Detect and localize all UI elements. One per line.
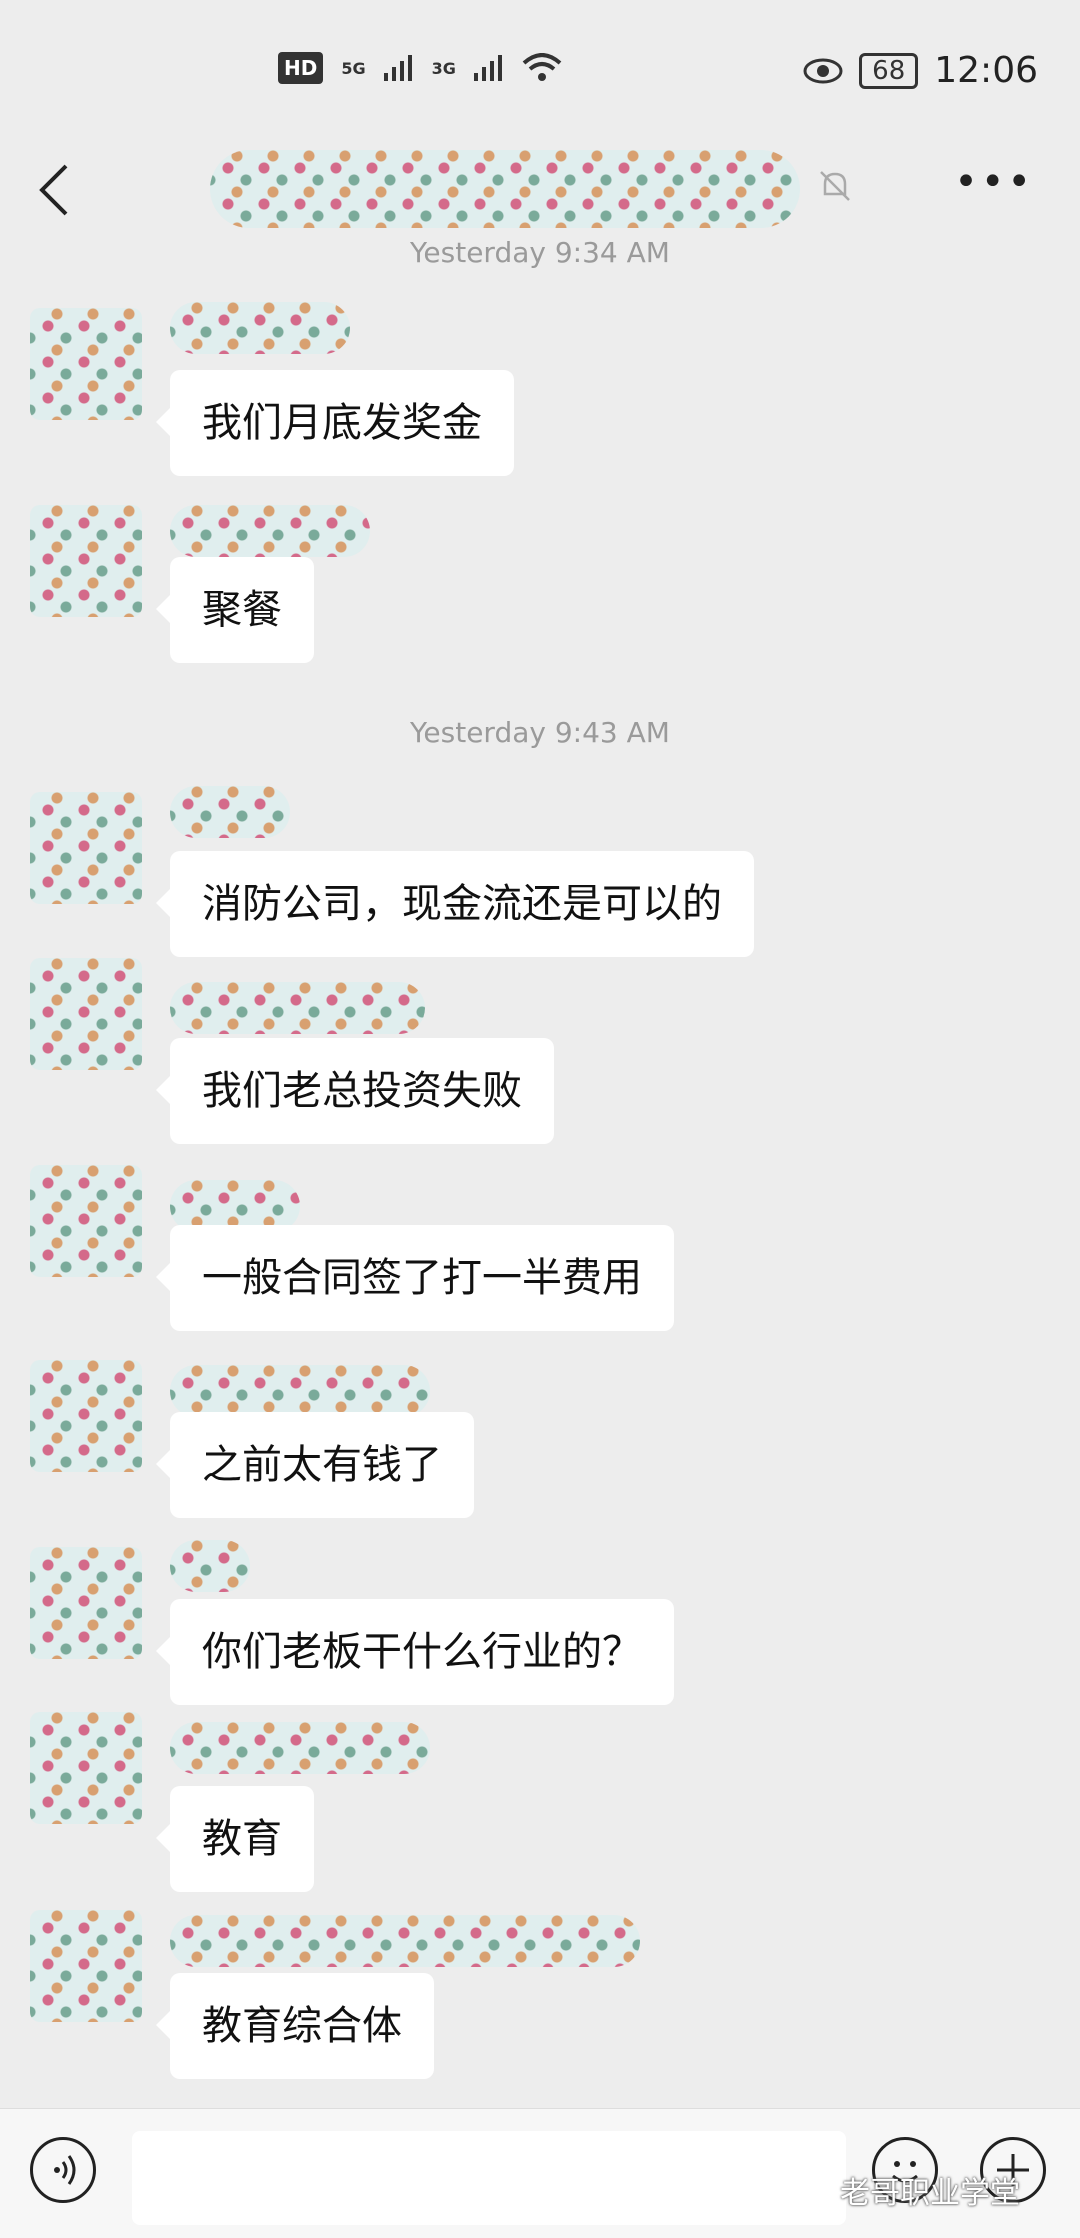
voice-icon[interactable] bbox=[30, 2137, 96, 2203]
battery-indicator: 68 bbox=[859, 52, 919, 89]
chat-header: ••• bbox=[0, 150, 1080, 246]
avatar[interactable] bbox=[30, 958, 142, 1070]
avatar[interactable] bbox=[30, 792, 142, 904]
avatar[interactable] bbox=[30, 308, 142, 420]
message-bubble[interactable]: 我们月底发奖金 bbox=[156, 370, 514, 476]
sender-name-redacted bbox=[170, 302, 350, 354]
sender-name-redacted bbox=[170, 1365, 430, 1417]
message-bubble[interactable]: 我们老总投资失败 bbox=[156, 1038, 554, 1144]
sender-name-redacted bbox=[170, 1722, 430, 1774]
message-input[interactable] bbox=[132, 2131, 846, 2225]
signal-5g-icon: 5G bbox=[341, 58, 366, 78]
bell-off-icon bbox=[820, 171, 850, 201]
chevron-left-icon[interactable] bbox=[30, 158, 78, 222]
signal-3g-icon: 3G bbox=[431, 58, 456, 78]
watermark: 老哥职业学堂 bbox=[840, 2176, 1020, 2211]
avatar[interactable] bbox=[30, 1547, 142, 1659]
hd-icon: HD bbox=[278, 52, 324, 84]
timestamp: Yesterday 9:43 AM bbox=[410, 716, 670, 749]
status-right: 68 12:06 bbox=[803, 50, 1038, 91]
more-dots-icon[interactable]: ••• bbox=[954, 162, 1034, 202]
sender-name-redacted bbox=[170, 1540, 250, 1592]
timestamp: Yesterday 9:34 AM bbox=[410, 236, 670, 269]
status-icons: HD 5G 3G bbox=[278, 52, 562, 84]
message-bubble[interactable]: 教育 bbox=[156, 1786, 314, 1892]
avatar[interactable] bbox=[30, 1165, 142, 1277]
message-bubble[interactable]: 一般合同签了打一半费用 bbox=[156, 1225, 674, 1331]
avatar[interactable] bbox=[30, 505, 142, 617]
sender-name-redacted bbox=[170, 786, 290, 838]
message-bubble[interactable]: 之前太有钱了 bbox=[156, 1412, 474, 1518]
signal-bars-icon-2 bbox=[473, 55, 502, 81]
wifi-icon bbox=[522, 53, 562, 81]
eye-icon bbox=[803, 58, 843, 83]
avatar[interactable] bbox=[30, 1910, 142, 2022]
sender-name-redacted bbox=[170, 505, 370, 557]
clock: 12:06 bbox=[934, 50, 1038, 91]
sender-name-redacted bbox=[170, 982, 425, 1034]
message-bubble[interactable]: 聚餐 bbox=[156, 557, 314, 663]
sender-name-redacted bbox=[170, 1915, 640, 1967]
message-bubble[interactable]: 消防公司，现金流还是可以的 bbox=[156, 851, 754, 957]
signal-bars-icon bbox=[383, 55, 412, 81]
status-bar: HD 5G 3G 68 12:06 bbox=[0, 0, 1080, 150]
message-bubble[interactable]: 你们老板干什么行业的？ bbox=[156, 1599, 674, 1705]
chat-title-redacted bbox=[210, 150, 800, 228]
avatar[interactable] bbox=[30, 1712, 142, 1824]
message-bubble[interactable]: 教育综合体 bbox=[156, 1973, 434, 2079]
avatar[interactable] bbox=[30, 1360, 142, 1472]
